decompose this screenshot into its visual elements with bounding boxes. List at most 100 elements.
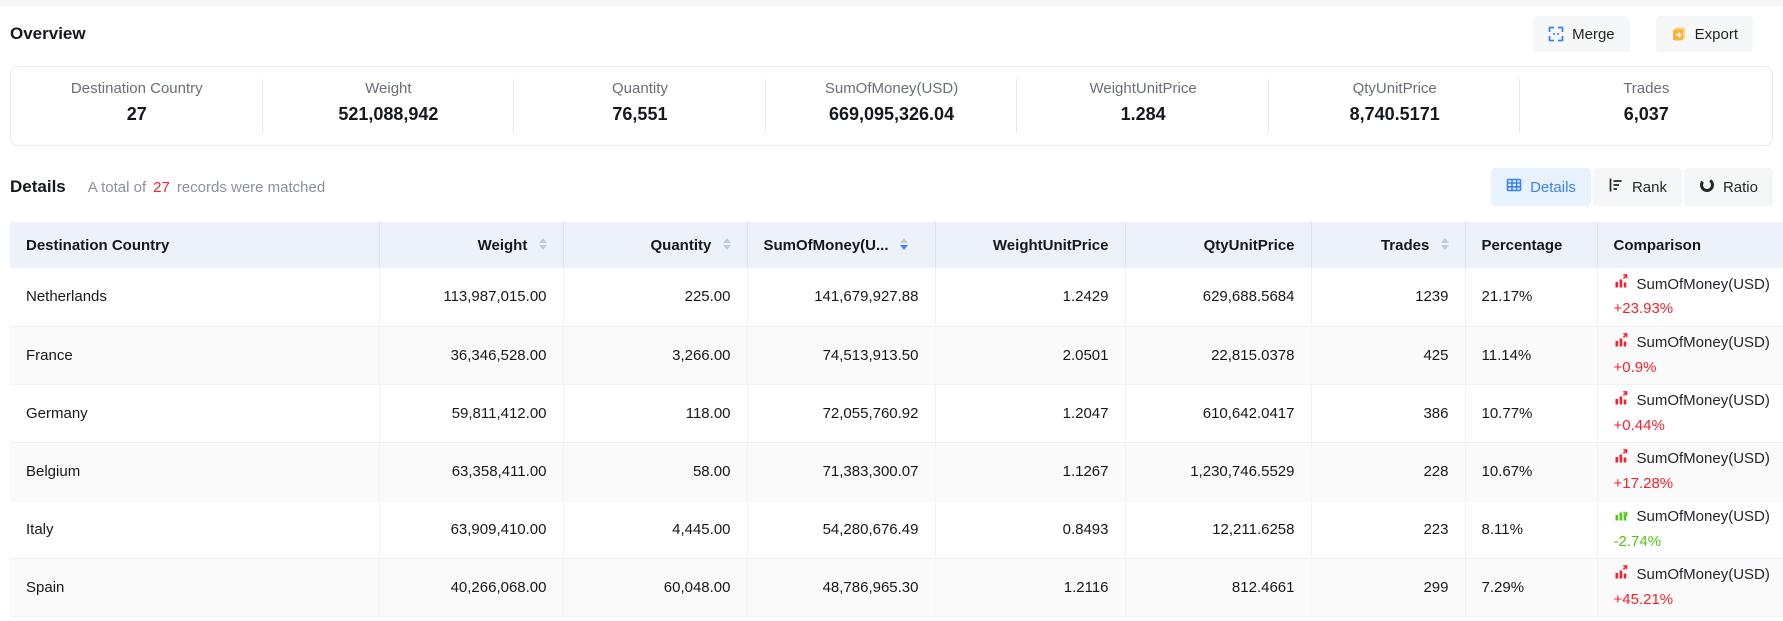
export-button[interactable]: Export — [1656, 16, 1753, 52]
cell-weight-unit-price: 1.2116 — [935, 558, 1125, 616]
stat-quantity: Quantity 76,551 — [514, 67, 766, 145]
trend-chart-icon — [1614, 273, 1630, 296]
comparison-change: +0.9% — [1614, 357, 1768, 379]
cell-country: Italy — [10, 500, 379, 558]
summary-prefix: A total of — [88, 179, 146, 196]
tab-rank[interactable]: Rank — [1593, 168, 1682, 206]
merge-button[interactable]: Merge — [1533, 16, 1630, 52]
col-weight-unit-price: WeightUnitPrice — [935, 222, 1125, 268]
cell-comparison: SumOfMoney(USD) +45.21% — [1597, 558, 1783, 616]
stat-qty-unit-price: QtyUnitPrice 8,740.5171 — [1269, 67, 1521, 145]
table-row[interactable]: Spain 40,266,068.00 60,048.00 48,786,965… — [10, 558, 1783, 616]
column-label: Percentage — [1482, 237, 1563, 254]
cell-sum-of-money: 72,055,760.92 — [747, 384, 935, 442]
cell-quantity: 118.00 — [563, 384, 747, 442]
cell-weight-unit-price: 2.0501 — [935, 326, 1125, 384]
col-comparison: Comparison — [1597, 222, 1783, 268]
trend-chart-icon — [1614, 390, 1630, 413]
stat-trades: Trades 6,037 — [1520, 67, 1772, 145]
rank-icon — [1608, 177, 1624, 197]
cell-sum-of-money: 71,383,300.07 — [747, 442, 935, 500]
table-grid-icon — [1506, 177, 1522, 197]
match-summary: A total of 27 records were matched — [88, 179, 325, 196]
cell-sum-of-money: 141,679,927.88 — [747, 268, 935, 326]
summary-suffix: records were matched — [177, 179, 325, 196]
table-row[interactable]: Belgium 63,358,411.00 58.00 71,383,300.0… — [10, 442, 1783, 500]
cell-qty-unit-price: 1,230,746.5529 — [1125, 442, 1311, 500]
comparison-metric: SumOfMoney(USD) — [1637, 448, 1770, 470]
comparison-metric: SumOfMoney(USD) — [1637, 506, 1770, 528]
tab-rank-label: Rank — [1632, 179, 1667, 196]
details-title: Details — [10, 177, 66, 197]
cell-trades: 386 — [1311, 384, 1465, 442]
cell-weight-unit-price: 1.2429 — [935, 268, 1125, 326]
cell-percentage: 7.29% — [1465, 558, 1597, 616]
stat-weight: Weight 521,088,942 — [263, 67, 515, 145]
sort-carets-icon — [539, 238, 547, 250]
cell-quantity: 3,266.00 — [563, 326, 747, 384]
cell-weight: 36,346,528.00 — [379, 326, 563, 384]
cell-trades: 299 — [1311, 558, 1465, 616]
col-weight-sort[interactable]: Weight — [379, 222, 563, 268]
match-count: 27 — [153, 179, 170, 196]
table-row[interactable]: Germany 59,811,412.00 118.00 72,055,760.… — [10, 384, 1783, 442]
stat-label: Weight — [263, 80, 515, 97]
comparison-metric: SumOfMoney(USD) — [1637, 332, 1770, 354]
cell-sum-of-money: 54,280,676.49 — [747, 500, 935, 558]
trend-chart-icon — [1614, 332, 1630, 355]
sort-carets-icon-active-desc — [900, 238, 908, 250]
col-trades-sort[interactable]: Trades — [1311, 222, 1465, 268]
details-table: Destination Country Weight Quantity SumO… — [10, 222, 1783, 617]
cell-comparison: SumOfMoney(USD) +23.93% — [1597, 268, 1783, 326]
cell-weight: 40,266,068.00 — [379, 558, 563, 616]
cell-percentage: 11.14% — [1465, 326, 1597, 384]
col-percentage: Percentage — [1465, 222, 1597, 268]
comparison-change: +23.93% — [1614, 298, 1768, 320]
stat-value: 8,740.5171 — [1269, 104, 1521, 125]
cell-trades: 228 — [1311, 442, 1465, 500]
stat-label: Trades — [1520, 80, 1772, 97]
cell-comparison: SumOfMoney(USD) -2.74% — [1597, 500, 1783, 558]
stat-sum-of-money: SumOfMoney(USD) 669,095,326.04 — [766, 67, 1018, 145]
stat-label: QtyUnitPrice — [1269, 80, 1521, 97]
cell-weight-unit-price: 1.1267 — [935, 442, 1125, 500]
cell-trades: 223 — [1311, 500, 1465, 558]
cell-qty-unit-price: 610,642.0417 — [1125, 384, 1311, 442]
comparison-change: +17.28% — [1614, 473, 1768, 495]
ratio-icon — [1699, 177, 1715, 197]
trend-chart-icon — [1614, 506, 1630, 529]
details-bar: Details A total of 27 records were matched… — [10, 168, 1773, 206]
table-row[interactable]: France 36,346,528.00 3,266.00 74,513,913… — [10, 326, 1783, 384]
cell-comparison: SumOfMoney(USD) +0.44% — [1597, 384, 1783, 442]
stat-label: SumOfMoney(USD) — [766, 80, 1018, 97]
comparison-change: +0.44% — [1614, 415, 1768, 437]
cell-sum-of-money: 48,786,965.30 — [747, 558, 935, 616]
cell-quantity: 58.00 — [563, 442, 747, 500]
comparison-change: +45.21% — [1614, 589, 1768, 611]
tab-ratio[interactable]: Ratio — [1684, 168, 1773, 206]
cell-trades: 1239 — [1311, 268, 1465, 326]
view-tabs: Details Rank Ratio — [1491, 168, 1773, 206]
column-label: Quantity — [650, 237, 711, 254]
trend-chart-icon — [1614, 448, 1630, 471]
cell-percentage: 21.17% — [1465, 268, 1597, 326]
column-label: WeightUnitPrice — [993, 237, 1109, 254]
table-row[interactable]: Netherlands 113,987,015.00 225.00 141,67… — [10, 268, 1783, 326]
main-content: Overview Merge — [0, 16, 1783, 617]
cell-qty-unit-price: 812.4661 — [1125, 558, 1311, 616]
overview-stats-card: Destination Country 27 Weight 521,088,94… — [10, 66, 1773, 146]
col-quantity-sort[interactable]: Quantity — [563, 222, 747, 268]
tab-details[interactable]: Details — [1491, 168, 1591, 206]
cell-comparison: SumOfMoney(USD) +17.28% — [1597, 442, 1783, 500]
cell-trades: 425 — [1311, 326, 1465, 384]
cell-percentage: 10.67% — [1465, 442, 1597, 500]
col-sum-of-money-sort[interactable]: SumOfMoney(U... — [747, 222, 935, 268]
table-row[interactable]: Italy 63,909,410.00 4,445.00 54,280,676.… — [10, 500, 1783, 558]
column-label: Weight — [478, 237, 528, 254]
comparison-metric: SumOfMoney(USD) — [1637, 274, 1770, 296]
cell-percentage: 10.77% — [1465, 384, 1597, 442]
stat-value: 6,037 — [1520, 104, 1772, 125]
table-header-row: Destination Country Weight Quantity SumO… — [10, 222, 1783, 268]
sort-carets-icon — [1441, 238, 1449, 250]
stat-value: 1.284 — [1017, 104, 1269, 125]
